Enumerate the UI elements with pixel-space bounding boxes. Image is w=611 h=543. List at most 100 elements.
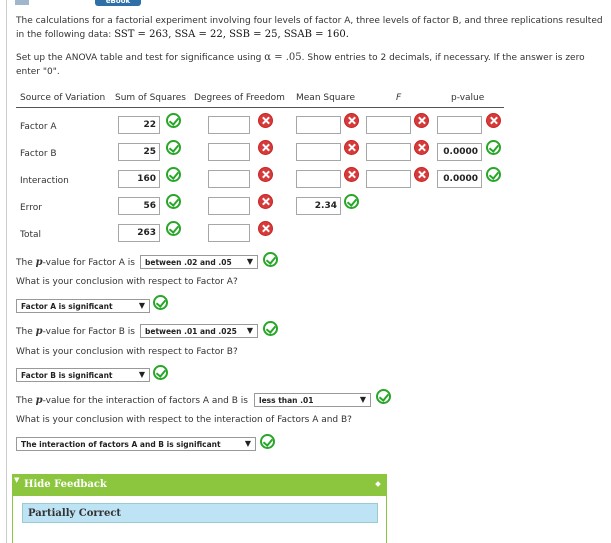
instructions-suffix: . Show entries to 2 decimals, if necessa…	[301, 53, 585, 63]
header-divider	[16, 107, 504, 108]
instructions-prefix: Set up the ANOVA table and test for sign…	[16, 53, 265, 63]
header-pvalue: p-value	[451, 93, 485, 103]
left-border	[6, 0, 7, 543]
x-circle-icon	[258, 140, 273, 155]
row-label-interaction: Interaction	[20, 176, 69, 186]
x-circle-icon	[258, 113, 273, 128]
header-ms: Mean Square	[296, 93, 356, 103]
x-circle-icon	[344, 113, 359, 128]
caret-down-icon: ▼	[14, 476, 20, 484]
ss-total-input[interactable]: 263	[118, 224, 160, 242]
check-circle-icon	[166, 221, 181, 236]
p-factor-a-input[interactable]	[437, 116, 482, 134]
q5-prefix: The	[16, 396, 36, 406]
conclusion-factor-a-select[interactable]: Factor A is significant ▼	[16, 299, 150, 313]
q5-suffix: -value for the interaction of factors A …	[42, 396, 248, 406]
conclusion-factor-b-select[interactable]: Factor B is significant ▼	[16, 368, 150, 382]
p-factor-b-input[interactable]: 0.0000	[437, 143, 482, 161]
alpha-value: α = .05	[264, 52, 302, 63]
ss-interaction-input[interactable]: 160	[118, 170, 160, 188]
q3-suffix: -value for Factor B is	[42, 327, 135, 337]
header-f: F	[396, 93, 402, 103]
ms-error-input[interactable]: 2.34	[296, 197, 341, 215]
chevron-down-icon: ▼	[138, 370, 145, 379]
check-circle-icon	[153, 295, 168, 310]
question-pvalue-factor-b: The p-value for Factor B is	[16, 326, 135, 337]
instructions-line2: enter "0".	[16, 67, 60, 77]
x-circle-icon	[486, 113, 501, 128]
p-symbol: p	[35, 395, 43, 406]
problem-data: SST = 263, SSA = 22, SSB = 25, SSAB = 16…	[114, 29, 349, 40]
chevron-down-icon: ▼	[359, 395, 366, 404]
check-circle-icon	[344, 194, 359, 209]
check-circle-icon	[263, 252, 278, 267]
resize-handle-icon	[375, 481, 381, 487]
hide-feedback-toggle[interactable]: ▼ Hide Feedback	[12, 474, 387, 496]
header-source: Source of Variation	[20, 93, 106, 103]
question-pvalue-factor-a: The p-value for Factor A is	[16, 257, 135, 268]
ms-factor-b-input[interactable]	[296, 143, 341, 161]
ms-interaction-input[interactable]	[296, 170, 341, 188]
ss-factor-b-input[interactable]: 25	[118, 143, 160, 161]
header-df: Degrees of Freedom	[194, 93, 285, 103]
select-value: between .01 and .025	[145, 327, 237, 336]
chevron-down-icon: ▼	[138, 301, 145, 310]
instructions: Set up the ANOVA table and test for sign…	[16, 51, 606, 79]
x-circle-icon	[414, 113, 429, 128]
chevron-down-icon: ▼	[246, 257, 253, 266]
header-ss: Sum of Squares	[115, 93, 186, 103]
select-value: Factor B is significant	[21, 371, 113, 380]
check-circle-icon	[263, 321, 278, 336]
ss-error-input[interactable]: 56	[118, 197, 160, 215]
check-circle-icon	[153, 365, 168, 380]
problem-statement: The calculations for a factorial experim…	[16, 14, 606, 42]
question-conclusion-factor-a: What is your conclusion with respect to …	[16, 277, 238, 287]
ms-factor-a-input[interactable]	[296, 116, 341, 134]
p-interaction-input[interactable]: 0.0000	[437, 170, 482, 188]
select-value: The interaction of factors A and B is si…	[21, 440, 221, 449]
x-circle-icon	[258, 194, 273, 209]
row-label-factor-b: Factor B	[20, 149, 57, 159]
check-circle-icon	[376, 389, 391, 404]
chevron-down-icon: ▼	[246, 326, 253, 335]
df-factor-b-input[interactable]	[208, 143, 250, 161]
problem-line1: The calculations for a factorial experim…	[16, 16, 603, 26]
book-icon	[15, 0, 29, 5]
chevron-down-icon: ▼	[244, 439, 251, 448]
x-circle-icon	[258, 221, 273, 236]
f-factor-a-input[interactable]	[366, 116, 411, 134]
pvalue-factor-b-select[interactable]: between .01 and .025 ▼	[140, 324, 258, 338]
check-circle-icon	[166, 194, 181, 209]
select-value: less than .01	[259, 396, 314, 405]
x-circle-icon	[344, 167, 359, 182]
f-factor-b-input[interactable]	[366, 143, 411, 161]
feedback-result-box: Partially Correct	[22, 503, 378, 523]
pvalue-interaction-select[interactable]: less than .01 ▼	[254, 393, 371, 407]
df-interaction-input[interactable]	[208, 170, 250, 188]
check-circle-icon	[260, 434, 275, 449]
select-value: Factor A is significant	[21, 302, 113, 311]
p-symbol: p	[35, 326, 43, 337]
row-label-factor-a: Factor A	[20, 122, 57, 132]
q1-suffix: -value for Factor A is	[42, 258, 135, 268]
df-error-input[interactable]	[208, 197, 250, 215]
f-interaction-input[interactable]	[366, 170, 411, 188]
problem-line2-prefix: in the following data:	[16, 30, 115, 40]
check-circle-icon	[486, 167, 501, 182]
q1-prefix: The	[16, 258, 36, 268]
df-total-input[interactable]	[208, 224, 250, 242]
question-conclusion-factor-b: What is your conclusion with respect to …	[16, 347, 238, 357]
conclusion-interaction-select[interactable]: The interaction of factors A and B is si…	[16, 437, 256, 451]
row-label-error: Error	[20, 203, 42, 213]
p-symbol: p	[35, 257, 43, 268]
ss-factor-a-input[interactable]: 22	[118, 116, 160, 134]
question-pvalue-interaction: The p-value for the interaction of facto…	[16, 395, 248, 406]
pvalue-factor-a-select[interactable]: between .02 and .05 ▼	[140, 255, 258, 269]
select-value: between .02 and .05	[145, 258, 232, 267]
check-circle-icon	[166, 140, 181, 155]
top-bar: eBook	[0, 0, 611, 8]
q3-prefix: The	[16, 327, 36, 337]
check-circle-icon	[166, 167, 181, 182]
df-factor-a-input[interactable]	[208, 116, 250, 134]
ebook-tab[interactable]: eBook	[95, 0, 141, 6]
